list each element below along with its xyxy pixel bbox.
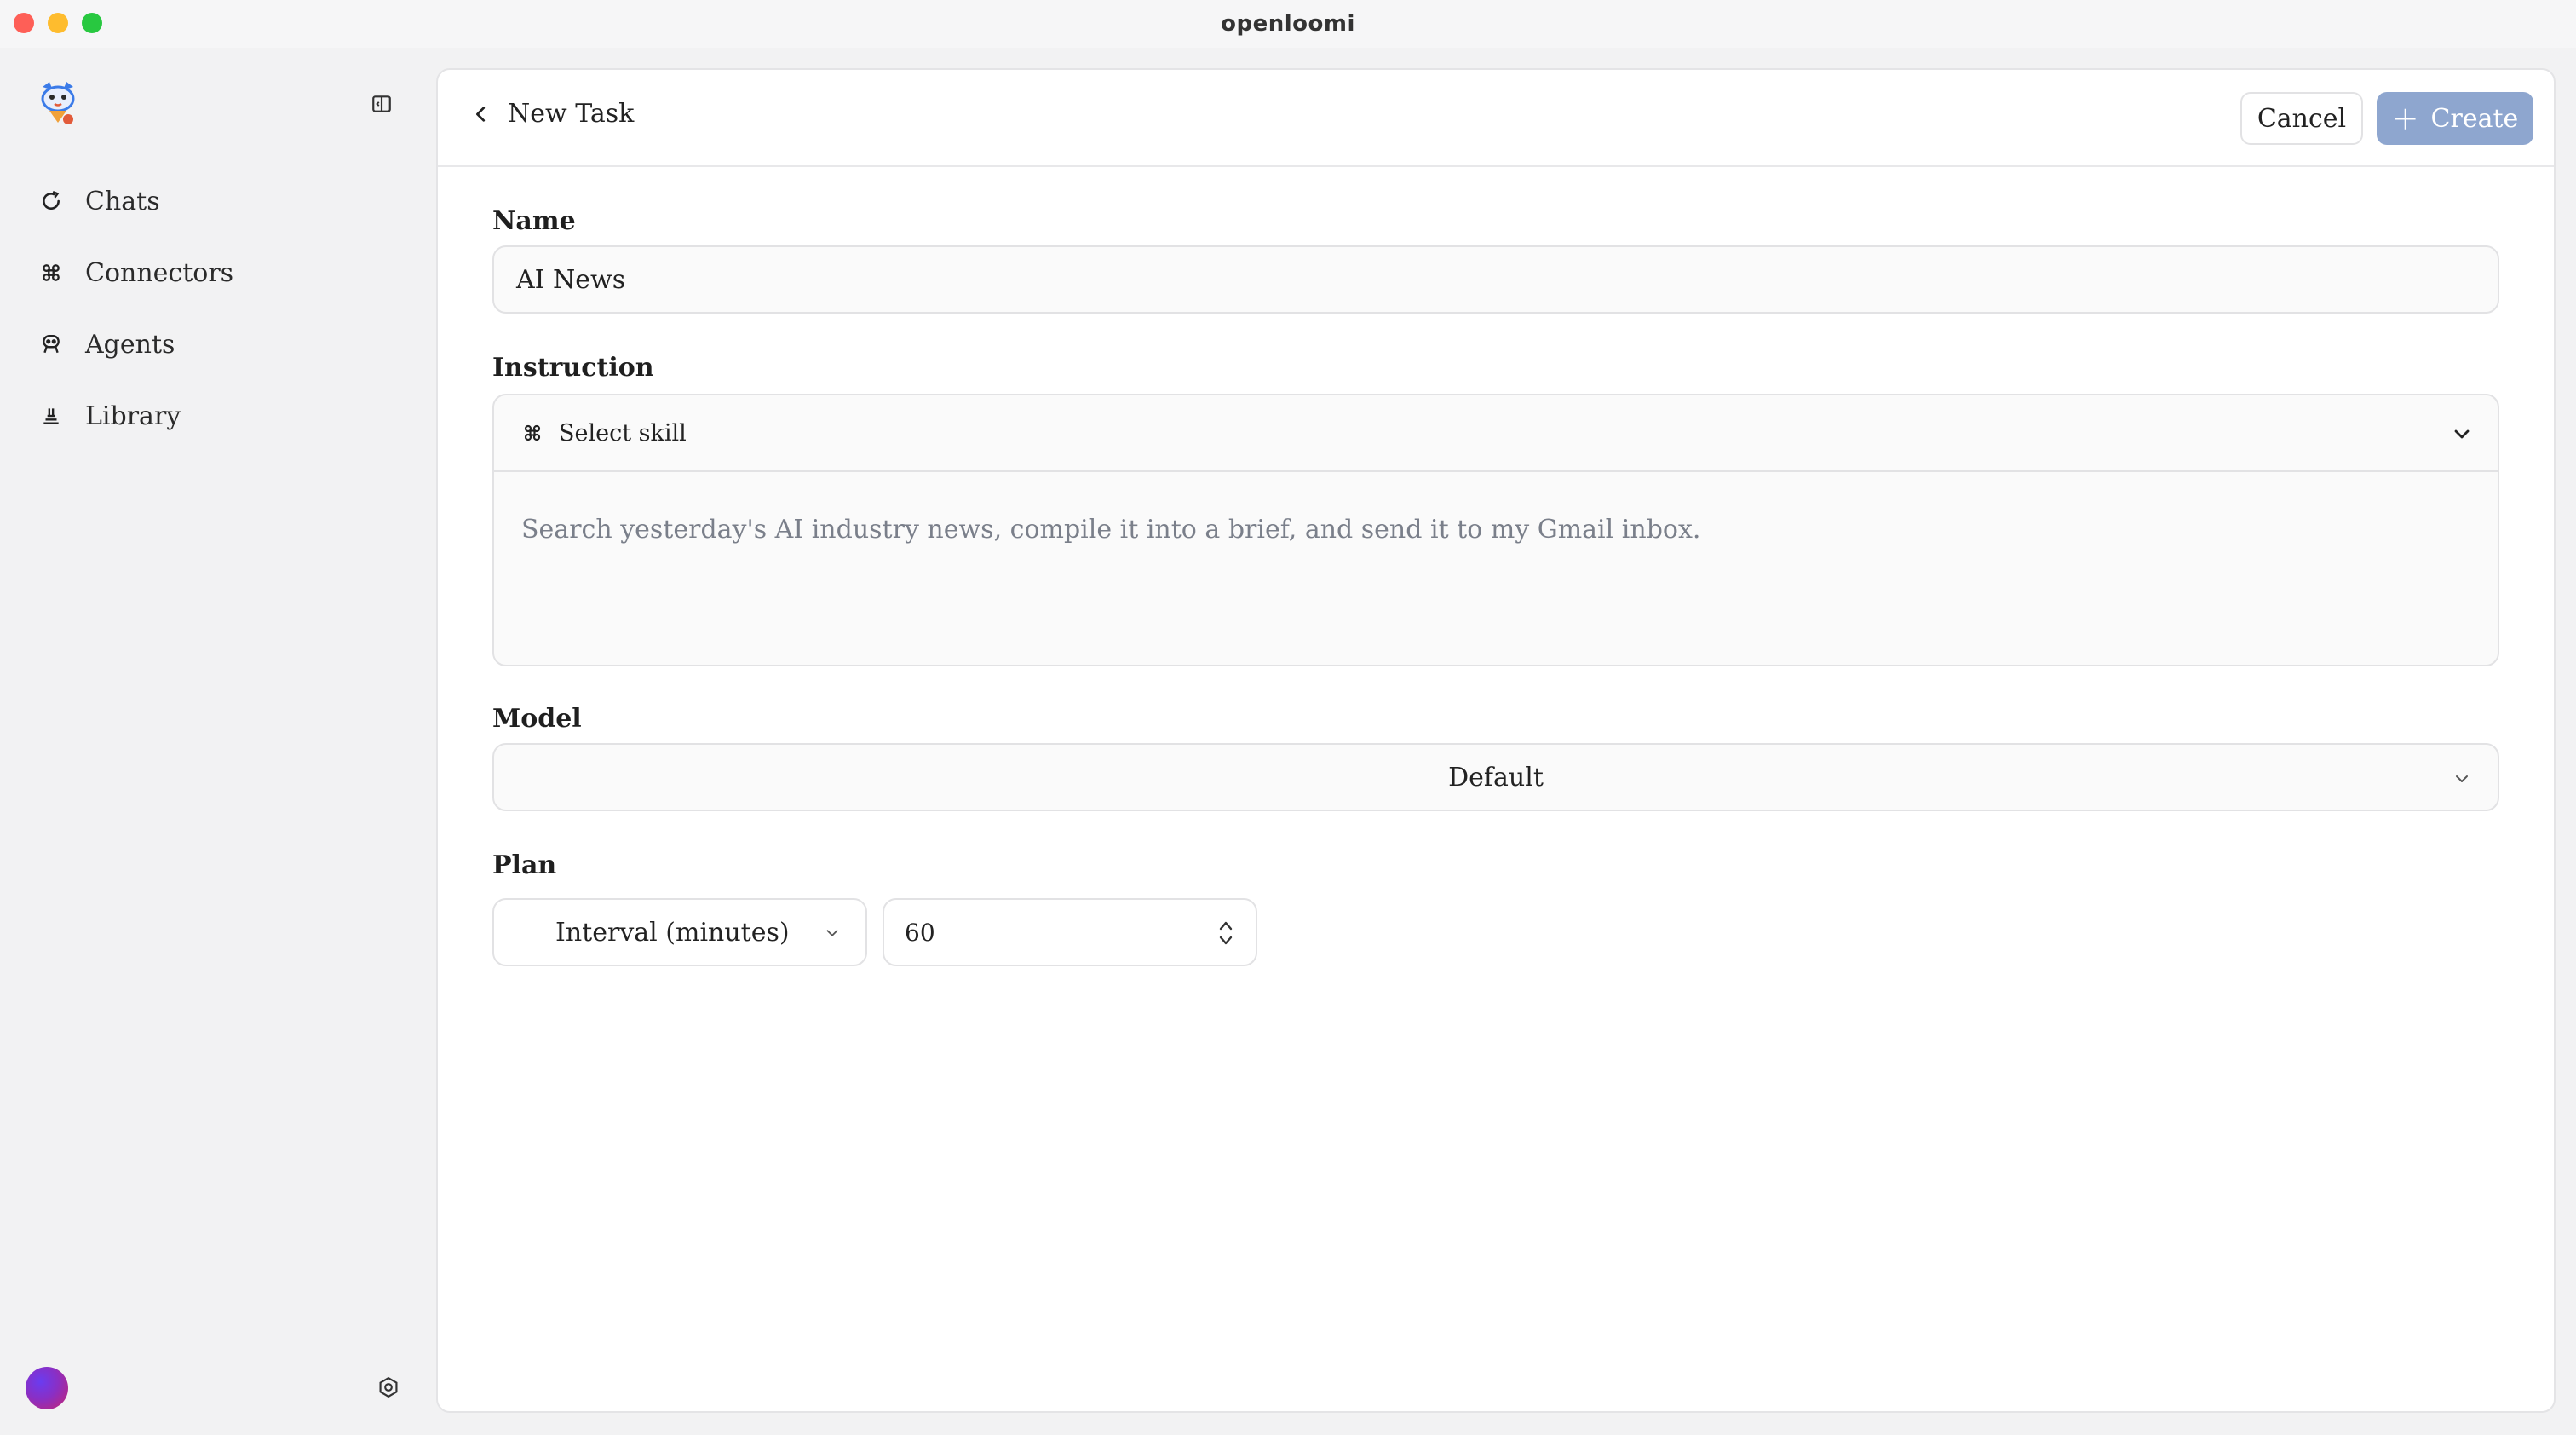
command-icon [37,259,65,286]
instruction-label: Instruction [492,353,654,383]
name-input-value: AI News [516,264,626,295]
window-titlebar: openloomi [0,0,2576,48]
back-button[interactable]: New Task [472,99,634,129]
sidebar: Chats Connectors Agents Library [0,48,436,1435]
create-button[interactable]: + Create [2377,92,2533,145]
settings-button[interactable] [375,1374,402,1401]
create-button-label: Create [2430,103,2519,134]
cancel-button[interactable]: Cancel [2240,92,2363,145]
name-input[interactable]: AI News [492,245,2499,314]
stepper-icon[interactable] [1216,917,1235,949]
plan-type-select[interactable]: Interval (minutes) [492,898,867,966]
select-skill-dropdown[interactable]: Select skill [494,395,2498,472]
plan-type-value: Interval (minutes) [555,917,790,948]
sidebar-item-chats[interactable]: Chats [37,165,233,237]
window-controls [14,13,102,33]
model-select[interactable]: Default [492,743,2499,811]
sidebar-item-label: Library [85,401,181,431]
plus-icon: + [2391,100,2419,137]
sidebar-item-label: Chats [85,186,160,216]
minimize-window-button[interactable] [48,13,68,33]
close-window-button[interactable] [14,13,34,33]
chevron-down-icon [2454,429,2470,439]
plan-label: Plan [492,850,557,880]
library-icon [37,402,65,429]
maximize-window-button[interactable] [82,13,102,33]
agent-icon [37,331,65,358]
select-skill-label: Select skill [559,419,687,447]
panel-header: New Task Cancel + Create [438,70,2554,167]
chevron-down-icon [826,930,838,936]
new-task-panel: New Task Cancel + Create Name AI News In… [436,68,2556,1413]
chevron-down-icon [2456,775,2468,782]
model-label: Model [492,704,582,734]
sidebar-item-agents[interactable]: Agents [37,308,233,380]
interval-number-input[interactable]: 60 [883,898,1257,966]
app-logo-icon [37,80,78,128]
chat-refresh-icon [37,187,65,215]
sidebar-item-library[interactable]: Library [37,380,233,452]
instruction-textarea[interactable]: Search yesterday's AI industry news, com… [494,472,2498,587]
sidebar-toggle-button[interactable] [368,90,395,118]
sidebar-item-connectors[interactable]: Connectors [37,237,233,308]
sidebar-toggle-icon [372,95,391,112]
command-icon [521,422,543,444]
chevron-left-icon [472,104,492,124]
sidebar-nav: Chats Connectors Agents Library [37,165,233,452]
instruction-box: Select skill Search yesterday's AI indus… [492,394,2499,666]
model-select-value: Default [1448,762,1544,792]
sidebar-item-label: Connectors [85,257,234,288]
interval-value: 60 [905,918,935,947]
user-avatar[interactable] [26,1367,68,1409]
window-title: openloomi [1221,11,1355,37]
gear-icon [379,1376,398,1398]
name-label: Name [492,206,576,236]
page-title: New Task [508,99,635,129]
sidebar-item-label: Agents [85,329,175,360]
